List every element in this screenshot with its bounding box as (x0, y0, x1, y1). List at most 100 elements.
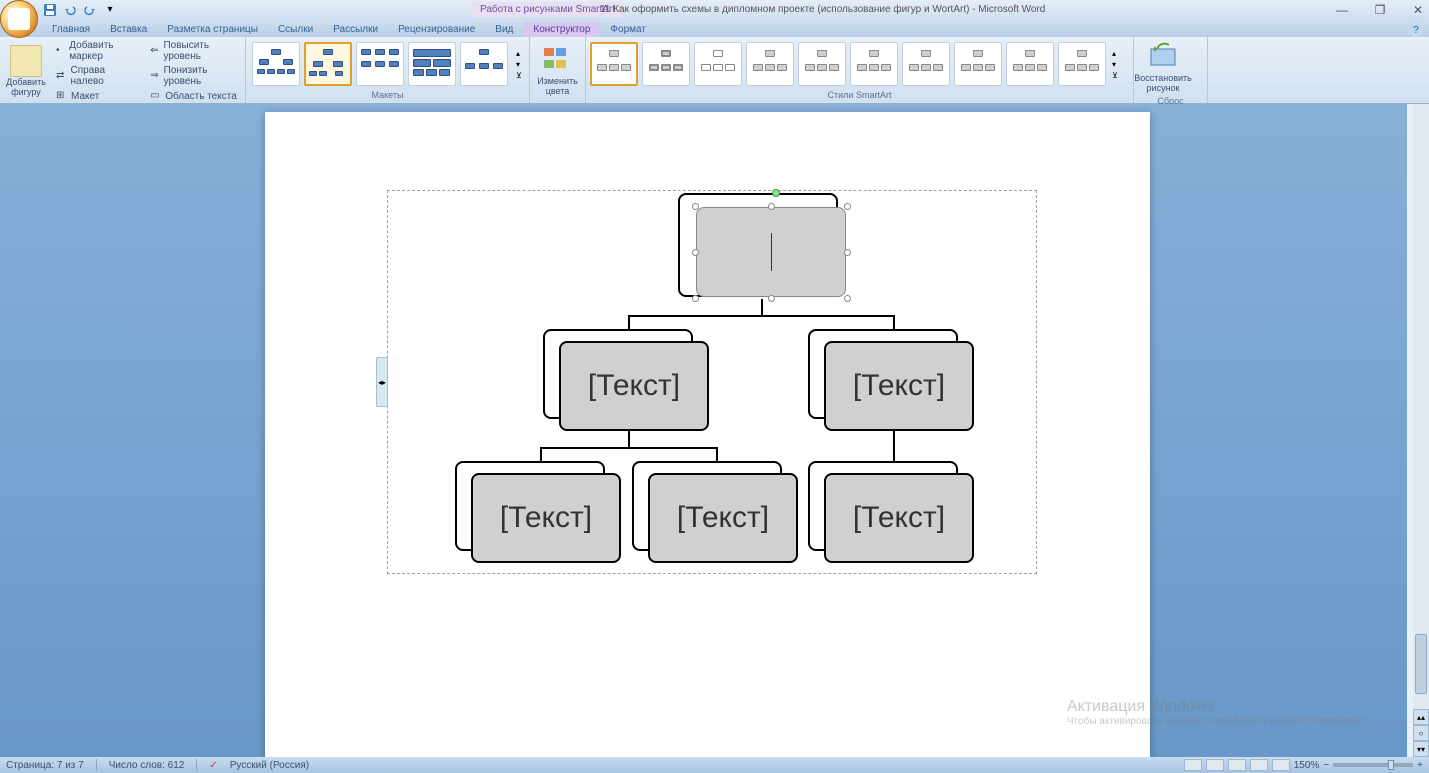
text-pane-button[interactable]: ▭Область текста (146, 89, 241, 103)
add-bullet-button[interactable]: •Добавить маркер (52, 39, 142, 63)
right-to-left-button[interactable]: ⇄Справа налево (52, 64, 142, 88)
minimize-icon[interactable]: — (1335, 3, 1349, 17)
zoom-level[interactable]: 150% (1294, 760, 1320, 771)
promote-icon: ⇐ (150, 45, 160, 57)
document-area: ◂▸ (0, 104, 1429, 757)
colors-icon (542, 44, 574, 76)
layout-item-3[interactable] (356, 42, 404, 86)
add-shape-button[interactable]: Добавить фигуру (4, 43, 48, 99)
selection-handle-w[interactable] (692, 249, 699, 256)
tab-view[interactable]: Вид (485, 22, 523, 37)
status-page[interactable]: Страница: 7 из 7 (6, 760, 84, 771)
status-language[interactable]: Русский (Россия) (230, 760, 309, 771)
selection-handle-ne[interactable] (844, 203, 851, 210)
vertical-scrollbar[interactable]: ▴▴ ○ ▾▾ (1413, 104, 1429, 757)
window-controls: — ❐ ✕ (1335, 3, 1425, 17)
node-l2a[interactable]: [Текст] (559, 341, 709, 431)
layouts-scroll-down[interactable]: ▾ (516, 60, 522, 69)
document-title: 11 Как оформить схемы в дипломном проект… (600, 4, 1045, 15)
office-button[interactable] (0, 0, 38, 38)
node-top[interactable] (696, 207, 846, 297)
activation-watermark: Активация Windows Чтобы активировать Win… (1067, 698, 1369, 727)
smartart-frame[interactable]: ◂▸ (387, 190, 1037, 574)
layout-item-5[interactable] (460, 42, 508, 86)
style-item-8[interactable] (954, 42, 1002, 86)
page[interactable]: ◂▸ (265, 112, 1150, 757)
status-word-count[interactable]: Число слов: 612 (109, 760, 185, 771)
text-cursor (771, 233, 772, 271)
prev-page-icon[interactable]: ▴▴ (1413, 709, 1429, 725)
view-web-layout[interactable] (1228, 759, 1246, 771)
reset-icon (1147, 41, 1179, 73)
zoom-in-icon[interactable]: + (1417, 760, 1423, 771)
textpane-icon: ▭ (150, 90, 162, 102)
change-colors-button[interactable]: Изменить цвета (534, 42, 581, 98)
view-print-layout[interactable] (1184, 759, 1202, 771)
selection-handle-sw[interactable] (692, 295, 699, 302)
layout-icon: ⊞ (56, 90, 68, 102)
styles-scroll-down[interactable]: ▾ (1112, 60, 1118, 69)
selection-handle-n[interactable] (768, 203, 775, 210)
node-l3c[interactable]: [Текст] (824, 473, 974, 563)
rtl-icon: ⇄ (56, 70, 68, 82)
style-item-10[interactable] (1058, 42, 1106, 86)
rotate-handle[interactable] (772, 189, 780, 197)
style-item-9[interactable] (1006, 42, 1054, 86)
promote-button[interactable]: ⇐Повысить уровень (146, 39, 241, 63)
next-page-icon[interactable]: ▾▾ (1413, 741, 1429, 757)
style-item-5[interactable] (798, 42, 846, 86)
style-item-6[interactable] (850, 42, 898, 86)
layouts-expand[interactable]: ⊻ (516, 71, 522, 80)
layout-item-2[interactable] (304, 42, 352, 86)
close-icon[interactable]: ✕ (1411, 3, 1425, 17)
node-l2b[interactable]: [Текст] (824, 341, 974, 431)
node-l3b[interactable]: [Текст] (648, 473, 798, 563)
layouts-scroll-up[interactable]: ▴ (516, 49, 522, 58)
proofing-icon[interactable]: ✓ (209, 760, 217, 771)
selection-handle-nw[interactable] (692, 203, 699, 210)
zoom-slider-thumb[interactable] (1388, 760, 1394, 770)
style-item-3[interactable] (694, 42, 742, 86)
text-pane-toggle[interactable]: ◂▸ (376, 357, 388, 407)
redo-icon[interactable] (82, 2, 98, 18)
layout-dropdown-button[interactable]: ⊞Макет (52, 89, 142, 103)
ribbon-group-colors: Изменить цвета (530, 37, 586, 103)
zoom-slider[interactable] (1333, 763, 1413, 767)
tab-design[interactable]: Конструктор (523, 22, 600, 37)
tab-format[interactable]: Формат (600, 22, 656, 37)
save-icon[interactable] (42, 2, 58, 18)
tab-review[interactable]: Рецензирование (388, 22, 485, 37)
styles-scroll-up[interactable]: ▴ (1112, 49, 1118, 58)
selection-handle-se[interactable] (844, 295, 851, 302)
view-full-screen[interactable] (1206, 759, 1224, 771)
tab-mailings[interactable]: Рассылки (323, 22, 388, 37)
maximize-icon[interactable]: ❐ (1373, 3, 1387, 17)
selection-handle-s[interactable] (768, 295, 775, 302)
ribbon-group-create: Добавить фигуру •Добавить маркер ⇄Справа… (0, 37, 246, 103)
style-item-7[interactable] (902, 42, 950, 86)
demote-button[interactable]: ⇒Понизить уровень (146, 64, 241, 88)
tab-pagelayout[interactable]: Разметка страницы (157, 22, 268, 37)
style-item-1[interactable] (590, 42, 638, 86)
qat-dropdown-icon[interactable]: ▾ (102, 2, 118, 18)
undo-icon[interactable] (62, 2, 78, 18)
tab-insert[interactable]: Вставка (100, 22, 157, 37)
ribbon-group-layouts: ▴ ▾ ⊻ Макеты (246, 37, 530, 103)
view-draft[interactable] (1272, 759, 1290, 771)
tab-home[interactable]: Главная (42, 22, 100, 37)
help-icon[interactable]: ? (1409, 23, 1423, 37)
layout-item-4[interactable] (408, 42, 456, 86)
browse-object-icon[interactable]: ○ (1413, 725, 1429, 741)
styles-expand[interactable]: ⊻ (1112, 71, 1118, 80)
tab-references[interactable]: Ссылки (268, 22, 323, 37)
selection-handle-e[interactable] (844, 249, 851, 256)
reset-graphic-button[interactable]: Восстановить рисунок (1138, 39, 1188, 95)
scrollbar-thumb[interactable] (1415, 634, 1427, 694)
quick-access-toolbar: ▾ (42, 2, 118, 18)
view-outline[interactable] (1250, 759, 1268, 771)
style-item-4[interactable] (746, 42, 794, 86)
layout-item-1[interactable] (252, 42, 300, 86)
node-l3a[interactable]: [Текст] (471, 473, 621, 563)
zoom-out-icon[interactable]: − (1323, 760, 1329, 771)
style-item-2[interactable] (642, 42, 690, 86)
